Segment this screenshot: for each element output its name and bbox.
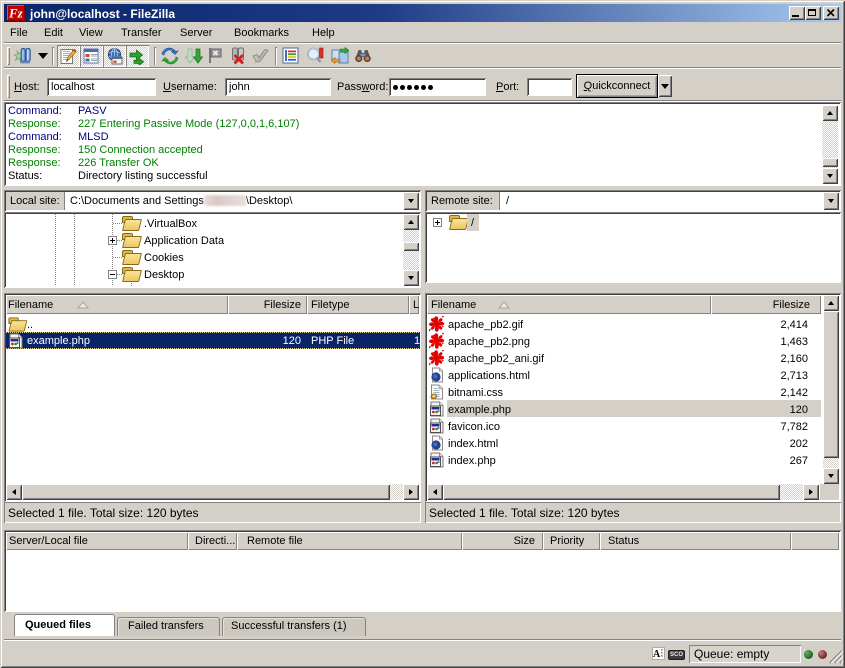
svg-text:Fz: Fz: [8, 6, 24, 21]
svg-text:A: A: [653, 649, 661, 659]
